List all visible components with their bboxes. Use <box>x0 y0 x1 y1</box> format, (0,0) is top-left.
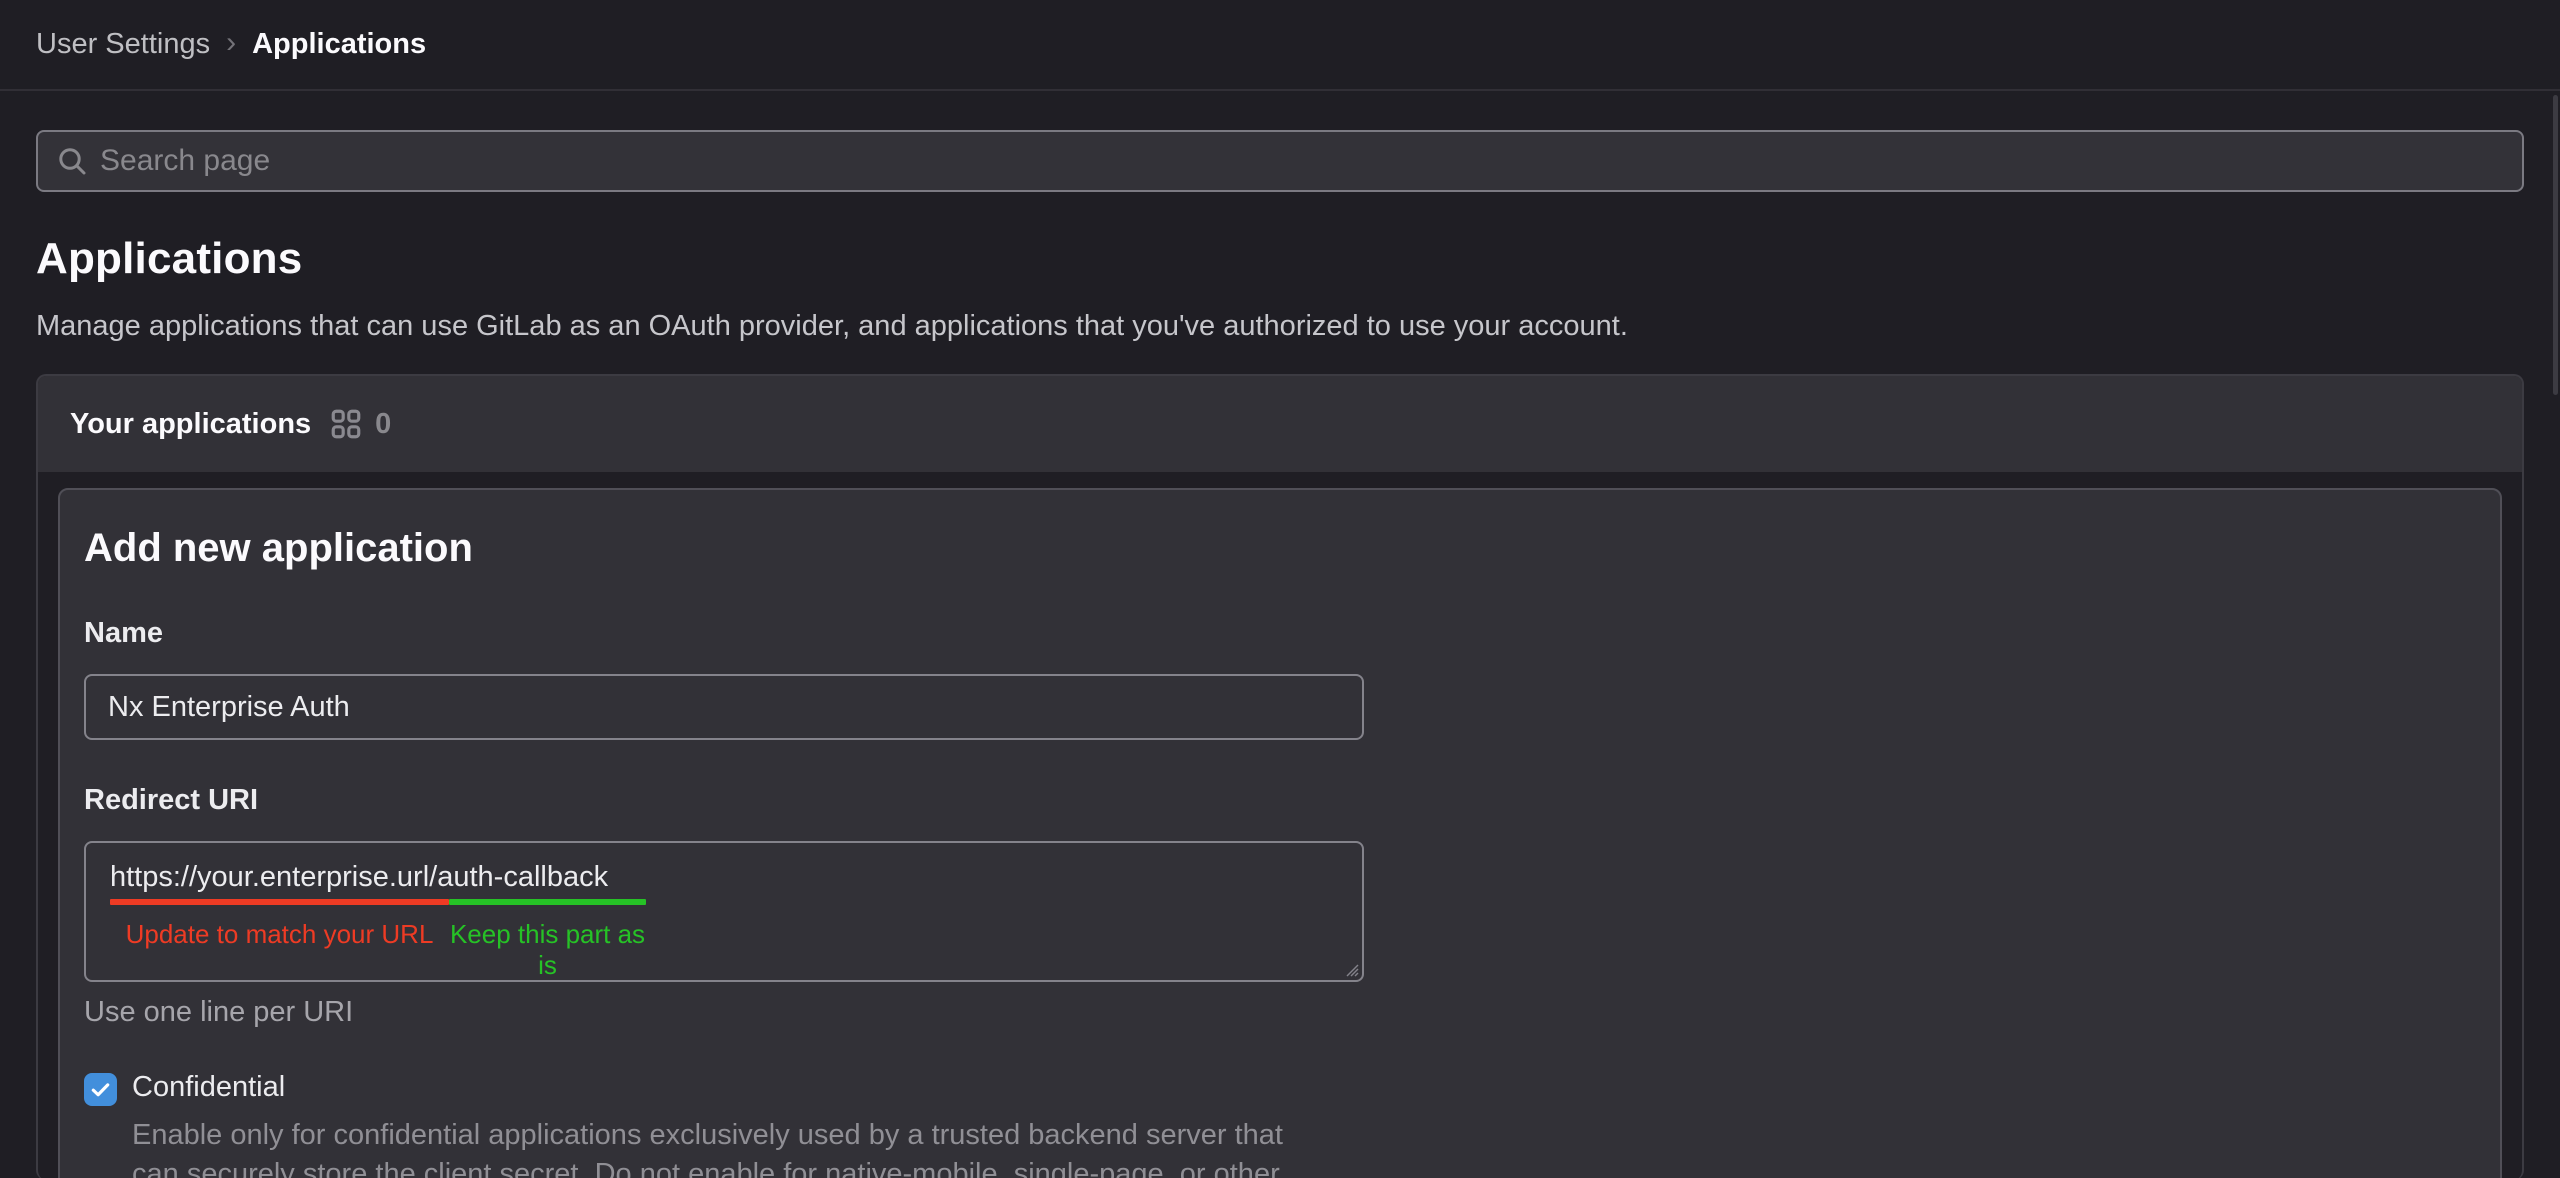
confidential-label[interactable]: Confidential <box>132 1071 1283 1104</box>
page-description: Manage applications that can use GitLab … <box>36 310 2524 343</box>
redirect-uri-host-underline <box>110 899 449 905</box>
breadcrumb-chevron-icon: › <box>226 26 236 60</box>
confidential-checkbox[interactable] <box>84 1073 117 1106</box>
scrollbar-thumb[interactable] <box>2553 95 2558 395</box>
breadcrumb-applications: Applications <box>252 28 426 61</box>
your-applications-body: Add new application Name Redirect URI ht… <box>38 472 2522 1178</box>
confidential-row: Confidential Enable only for confidentia… <box>84 1071 2472 1178</box>
textarea-resize-handle[interactable] <box>1343 961 1359 977</box>
search-input[interactable]: Search page <box>36 130 2524 192</box>
checkmark-icon <box>90 1079 111 1100</box>
redirect-uri-label: Redirect URI <box>84 784 2472 817</box>
search-icon <box>56 145 88 177</box>
applications-count-badge: 0 <box>375 408 391 441</box>
annotation-keep-part: Keep this part as is <box>449 919 646 981</box>
search-placeholder: Search page <box>100 144 270 178</box>
redirect-uri-value: https://your.enterprise.url/auth-callbac… <box>110 861 608 894</box>
breadcrumb: User Settings › Applications <box>36 28 426 62</box>
redirect-uri-help: Use one line per URI <box>84 996 2472 1029</box>
top-bar: User Settings › Applications <box>0 0 2560 91</box>
redirect-uri-textarea[interactable]: https://your.enterprise.url/auth-callbac… <box>84 841 1364 982</box>
name-label: Name <box>84 617 2472 650</box>
add-new-application-card: Add new application Name Redirect URI ht… <box>58 488 2502 1178</box>
confidential-help: Enable only for confidential application… <box>132 1116 1283 1178</box>
applications-grid-icon <box>331 409 361 439</box>
page-title: Applications <box>36 234 2524 284</box>
redirect-uri-path-underline <box>449 899 646 905</box>
annotation-update-url: Update to match your URL <box>110 919 449 950</box>
card-title: Add new application <box>84 526 2472 571</box>
name-input[interactable] <box>84 674 1364 740</box>
your-applications-section: Your applications 0 Add new application … <box>36 374 2524 1178</box>
your-applications-header: Your applications 0 <box>38 376 2522 472</box>
your-applications-title: Your applications <box>70 408 311 441</box>
breadcrumb-user-settings[interactable]: User Settings <box>36 28 210 61</box>
